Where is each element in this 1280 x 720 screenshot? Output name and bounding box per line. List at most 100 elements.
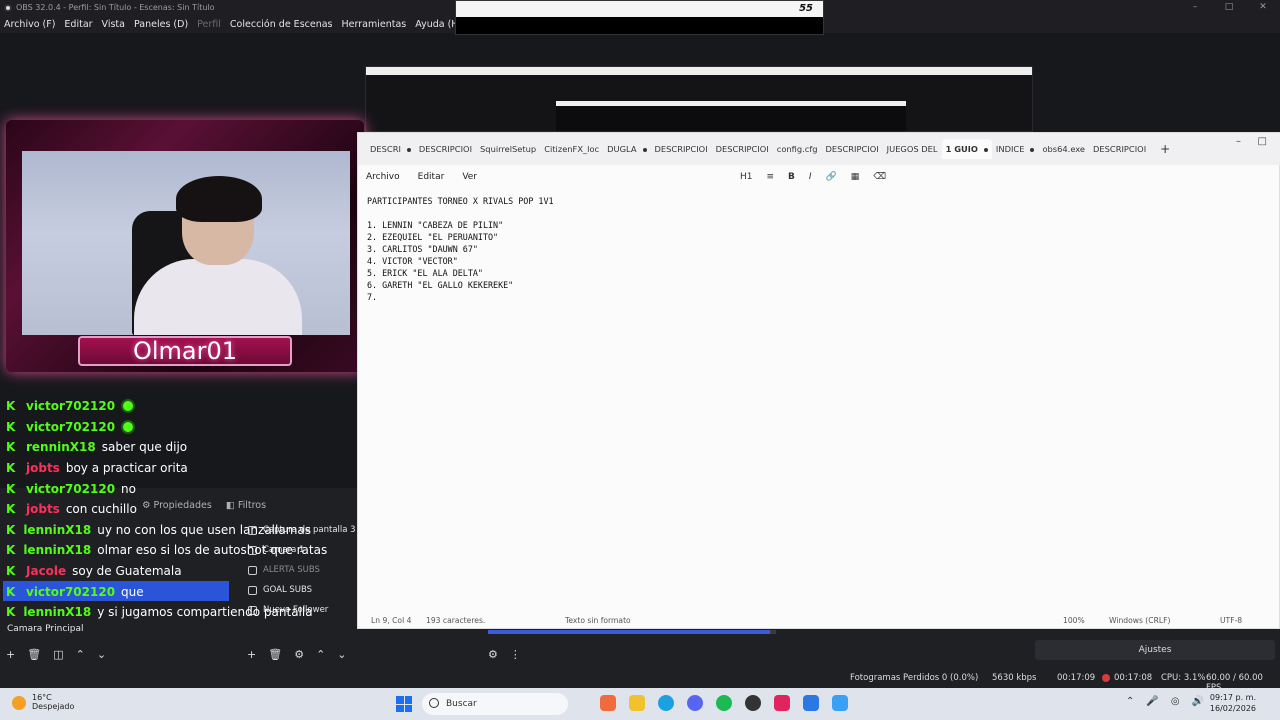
bold-button[interactable]: B xyxy=(788,172,795,182)
up-icon[interactable]: ⌃ xyxy=(316,648,325,661)
chat-message: Kvictor702120 que xyxy=(6,581,306,602)
rec-time: 00:17:08 xyxy=(1114,673,1153,683)
capture-badge: 55 xyxy=(799,3,813,14)
down-icon[interactable]: ⌄ xyxy=(97,648,106,661)
document-heading: PARTICIPANTES TORNEO X RIVALS POP 1V1 xyxy=(367,196,554,206)
chat-text: saber que dijo xyxy=(101,440,188,455)
add-icon[interactable]: + xyxy=(247,648,256,661)
line-endings: Windows (CRLF) xyxy=(1109,616,1171,625)
gear-icon[interactable]: ⚙ xyxy=(488,648,498,661)
cursor-position: Ln 9, Col 4 xyxy=(371,616,412,625)
gear-icon[interactable]: ⚙ xyxy=(294,648,304,661)
notepad-tab[interactable]: CitizenFX_loc xyxy=(540,139,603,159)
volume-slider[interactable] xyxy=(488,630,776,634)
taskbar-search[interactable]: Buscar xyxy=(422,693,568,715)
obs-icon[interactable] xyxy=(745,695,761,711)
sources-footer: + 🗑 ⚙ ⌃ ⌄ xyxy=(247,648,347,661)
up-icon[interactable]: ⌃ xyxy=(76,648,85,661)
maximize-icon[interactable]: □ xyxy=(1258,136,1267,147)
discord-icon[interactable] xyxy=(687,695,703,711)
weather-icon xyxy=(12,696,26,710)
minimize-icon[interactable]: – xyxy=(1178,0,1212,15)
document-line: 5. ERICK "EL ALA DELTA" xyxy=(367,268,483,278)
notepad-tab[interactable]: DESCRIPCIOI xyxy=(1089,139,1150,159)
chat-message: Kvictor702120 xyxy=(6,396,306,417)
close-icon[interactable]: ✕ xyxy=(1246,0,1280,15)
menu-archivo[interactable]: Archivo xyxy=(366,172,400,182)
mic-icon[interactable]: 🎤 xyxy=(1146,696,1158,707)
menu-perfil[interactable]: Perfil xyxy=(197,19,221,30)
heading-dropdown[interactable]: H1 xyxy=(740,172,753,182)
kick-icon: K xyxy=(6,461,16,476)
notepad-tab[interactable]: obs64.exe xyxy=(1038,139,1089,159)
link-icon[interactable]: 🔗 xyxy=(826,172,837,182)
menu-ver[interactable]: Ver xyxy=(462,172,477,182)
menu-coleccion[interactable]: Colección de Escenas xyxy=(230,19,333,30)
menu-editar[interactable]: Editar xyxy=(64,19,92,30)
notepad-window: DESCRI DESCRIPCIOI SquirrelSetup CitizenFX_… xyxy=(357,132,1280,629)
trash-icon[interactable]: 🗑 xyxy=(27,648,41,661)
screen-capture-thumbnail: 55 xyxy=(455,0,824,35)
format-toolbar: H1 ≡ B I 🔗 ▦ ⌫ xyxy=(740,165,886,189)
nested-obs-capture xyxy=(365,66,1033,132)
menu-vista[interactable]: Vista xyxy=(102,19,125,30)
table-icon[interactable]: ▦ xyxy=(851,172,860,182)
new-tab-icon[interactable]: + xyxy=(1160,142,1170,156)
edge-icon[interactable] xyxy=(658,695,674,711)
notepad-tab[interactable]: JUEGOS DEL xyxy=(883,139,942,159)
spotify-icon[interactable] xyxy=(716,695,732,711)
maximize-icon[interactable]: □ xyxy=(1212,0,1246,15)
notepad-tab[interactable]: DESCRIPCIOI xyxy=(415,139,476,159)
notepad-tab[interactable]: config.cfg xyxy=(773,139,822,159)
menu-archivo[interactable]: Archivo (F) xyxy=(4,19,55,30)
document-line: 3. CARLITOS "DAUWN 67" xyxy=(367,244,478,254)
notepad-tab-bar: DESCRI DESCRIPCIOI SquirrelSetup CitizenFX_… xyxy=(358,133,1280,165)
chevron-up-icon[interactable]: ⌃ xyxy=(1126,696,1134,707)
chat-username: jobts xyxy=(26,461,60,476)
volume-icon[interactable]: 🔊 xyxy=(1192,696,1204,707)
filter-icon[interactable]: ◫ xyxy=(53,648,63,661)
mixer-footer: ⚙ ⋮ xyxy=(488,648,521,661)
cpu-usage: CPU: 3.1% xyxy=(1161,673,1206,683)
menu-paneles[interactable]: Paneles (D) xyxy=(134,19,188,30)
vscode-icon[interactable] xyxy=(803,695,819,711)
weather-widget[interactable]: 16°C Despejado xyxy=(12,693,74,711)
down-icon[interactable]: ⌄ xyxy=(337,648,346,661)
notepad-status-bar: Ln 9, Col 4 193 caracteres. Texto sin fo… xyxy=(358,613,1280,629)
trash-icon[interactable]: 🗑 xyxy=(268,648,282,661)
scene-item[interactable]: Camara Principal xyxy=(7,624,84,634)
document-body[interactable]: PARTICIPANTES TORNEO X RIVALS POP 1V1 1.… xyxy=(367,195,554,303)
notepad-tab[interactable]: DESCRIPCIOI xyxy=(651,139,712,159)
notepad-tab[interactable]: 1 GUIO xyxy=(941,139,992,159)
italic-button[interactable]: I xyxy=(809,172,812,182)
more-icon[interactable]: ⋮ xyxy=(510,648,521,661)
menu-editar[interactable]: Editar xyxy=(418,172,445,182)
obs-window-title: OBS 32.0.4 - Perfil: Sin Título - Escena… xyxy=(16,3,215,12)
notepad-tab[interactable]: DUGLA xyxy=(603,139,650,159)
notepad-tab[interactable]: SquirrelSetup xyxy=(476,139,540,159)
chat-message: KrenninX18 saber que dijo xyxy=(6,437,306,458)
emote-icon xyxy=(121,399,136,414)
clock[interactable]: 09:17 p. m. 16/02/2026 xyxy=(1210,692,1256,714)
notepad-tab[interactable]: DESCRIPCIOI xyxy=(712,139,773,159)
notepad-tab[interactable]: DESCRI xyxy=(366,139,415,159)
chat-username: lenninX18 xyxy=(23,605,92,620)
menu-herramientas[interactable]: Herramientas xyxy=(342,19,407,30)
start-button[interactable] xyxy=(396,696,412,712)
taskbar-apps xyxy=(600,695,848,711)
wifi-icon[interactable]: ◎ xyxy=(1171,696,1180,707)
notepad-icon[interactable] xyxy=(832,695,848,711)
notepad-tab[interactable]: INDICE xyxy=(992,139,1039,159)
notepad-tab[interactable]: DESCRIPCIOI xyxy=(822,139,883,159)
minimize-icon[interactable]: – xyxy=(1236,136,1241,147)
settings-button[interactable]: Ajustes xyxy=(1035,640,1275,660)
document-line: 1. LENNIN "CABEZA DE PILIN" xyxy=(367,220,504,230)
copilot-icon[interactable] xyxy=(600,695,616,711)
list-icon[interactable]: ≡ xyxy=(767,172,775,182)
kick-icon: K xyxy=(6,440,16,455)
file-explorer-icon[interactable] xyxy=(629,695,645,711)
clear-format-icon[interactable]: ⌫ xyxy=(873,172,886,182)
add-icon[interactable]: + xyxy=(6,648,15,661)
capcut-icon[interactable] xyxy=(774,695,790,711)
char-count: 193 caracteres. xyxy=(426,616,486,625)
